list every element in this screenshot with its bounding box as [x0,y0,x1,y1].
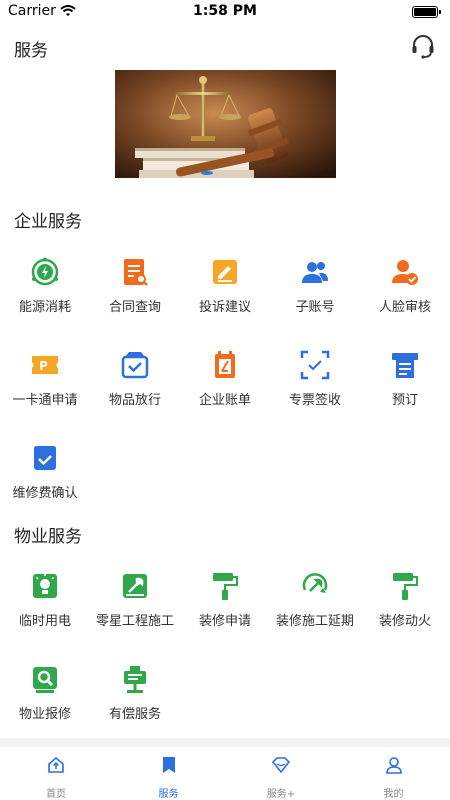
service-item[interactable]: 维修费确认 [0,442,90,532]
repair-fee-icon [29,442,61,474]
tab-bar: 首页 服务 服务+ 我的 [0,746,450,800]
energy-icon [29,256,61,288]
service-item[interactable]: P 一卡通申请 [0,349,90,439]
paint-roller-icon [389,570,421,602]
tab-diamond[interactable]: 服务+ [225,747,337,800]
service-item[interactable]: 投诉建议 [180,256,270,346]
service-item-label: 一卡通申请 [12,393,78,408]
home-icon [46,755,66,775]
service-item-label: 企业账单 [198,393,251,408]
gavel-scales-image [115,70,336,178]
status-bar: Carrier 1:58 PM [0,0,450,24]
sub-account-icon [299,256,331,288]
tab-bookmark[interactable]: 服务 [113,747,225,800]
user-icon [384,755,404,775]
service-item-label: 专票签收 [288,393,341,408]
service-item[interactable]: 合同查询 [90,256,180,346]
service-item[interactable]: 预订 [360,349,450,439]
service-item[interactable]: 能源消耗 [0,256,90,346]
service-item-label: 子账号 [295,300,335,315]
delay-icon [299,570,331,602]
property-services-grid: 临时用电 零星工程施工 装修申请 装修施工延期 装修动火物业报修 有偿服务 [0,570,450,756]
bill-icon [209,349,241,381]
goods-release-icon [119,349,151,381]
temp-power-icon [29,570,61,602]
section-title-property: 物业服务 [14,527,82,547]
service-item-label: 装修动火 [378,614,431,629]
service-item-label: 合同查询 [108,300,161,315]
tab-label: 服务 [158,789,179,800]
face-review-icon [389,256,421,288]
contract-search-icon [119,256,151,288]
tab-home[interactable]: 首页 [0,747,112,800]
page-title: 服务 [14,41,48,61]
svg-text:P: P [39,359,48,373]
enterprise-services-grid: 能源消耗 合同查询 投诉建议 子账号 人脸审核 P 一卡通申请 物品放行 企业账单 专票签收 预订维… [0,256,450,535]
service-item[interactable]: 装修动火 [360,570,450,660]
divider [0,738,450,746]
service-item-label: 装修施工延期 [275,614,354,629]
service-item-label: 人脸审核 [378,300,431,315]
tab-label: 服务+ [266,789,296,800]
bookmark-icon [159,755,179,775]
service-item[interactable]: 装修申请 [180,570,270,660]
construction-icon [119,570,151,602]
section-title-enterprise: 企业服务 [14,212,82,232]
card-icon: P [29,349,61,381]
invoice-scan-icon [299,349,331,381]
service-item[interactable]: 企业账单 [180,349,270,439]
headset-icon[interactable] [410,33,436,59]
service-item-label: 装修申请 [198,614,251,629]
paid-service-icon [119,663,151,695]
service-item-label: 能源消耗 [18,300,71,315]
service-item[interactable]: 子账号 [270,256,360,346]
tab-label: 我的 [383,789,404,800]
battery-icon [412,6,441,18]
status-time: 1:58 PM [193,3,257,19]
service-item-label: 投诉建议 [198,300,251,315]
repair-icon [29,663,61,695]
diamond-icon [271,755,291,775]
booking-icon [389,349,421,381]
service-item[interactable]: 物品放行 [90,349,180,439]
service-item[interactable]: 专票签收 [270,349,360,439]
service-item-label: 物业报修 [18,707,71,722]
service-item[interactable]: 零星工程施工 [90,570,180,660]
complaint-icon [209,256,241,288]
service-item-label: 物品放行 [108,393,161,408]
service-item[interactable]: 人脸审核 [360,256,450,346]
paint-roller-icon [209,570,241,602]
service-item-label: 临时用电 [18,614,71,629]
service-item-label: 零星工程施工 [95,614,174,629]
service-item-label: 有偿服务 [108,707,161,722]
banner-image[interactable] [115,70,336,178]
service-item[interactable]: 临时用电 [0,570,90,660]
tab-user[interactable]: 我的 [338,747,450,800]
tab-label: 首页 [46,789,66,800]
service-item-label: 预订 [391,393,418,408]
service-item-label: 维修费确认 [12,486,78,501]
service-item[interactable]: 装修施工延期 [270,570,360,660]
